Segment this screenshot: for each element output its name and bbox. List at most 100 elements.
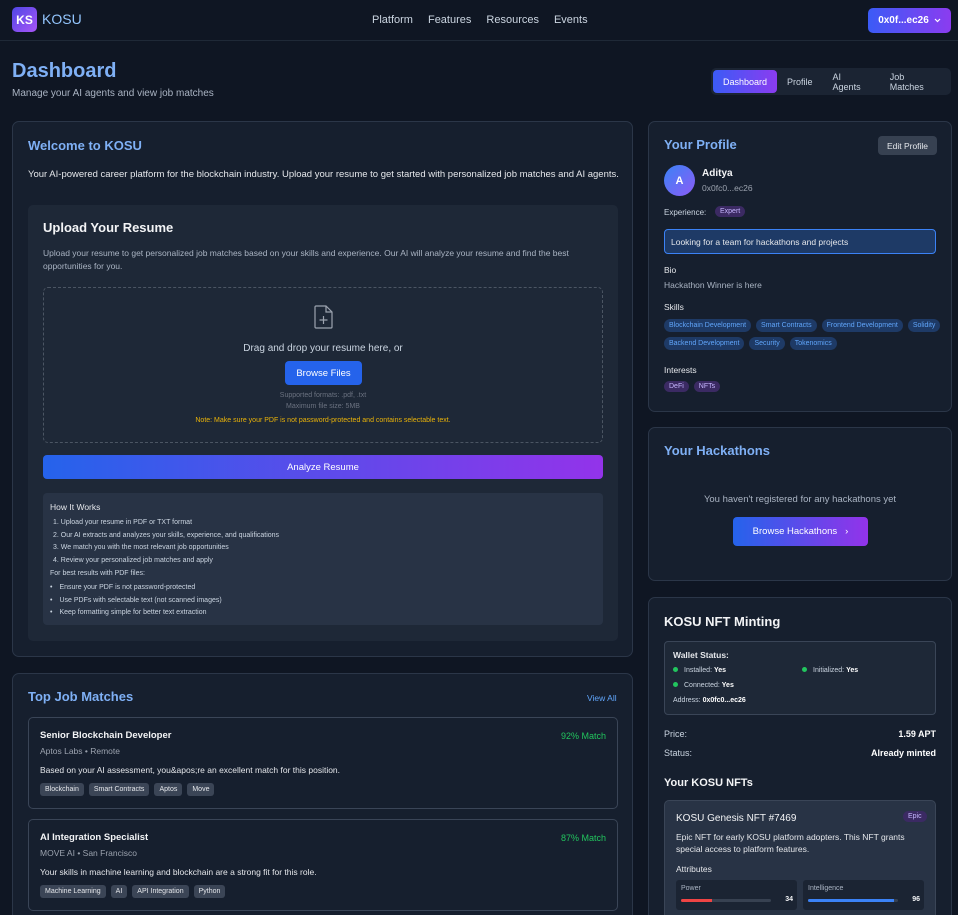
profile-address: 0x0fc0...ec26	[702, 183, 753, 193]
hackathons-empty-state: You haven't registered for any hackathon…	[703, 494, 897, 505]
skill-chip: Frontend Development	[821, 319, 903, 332]
experience-label: Experience:	[664, 208, 707, 217]
page-title: Dashboard	[12, 60, 117, 82]
best-result-item: Use PDFs with selectable text (not scann…	[50, 595, 221, 608]
status-dot-icon	[673, 667, 678, 672]
edit-profile-button[interactable]: Edit Profile	[878, 136, 937, 155]
attributes-label: Attributes	[676, 864, 712, 874]
wallet-status-panel: Wallet Status: Installed: Yes Initialize…	[664, 641, 936, 715]
nft-minting-card: KOSU NFT Minting Wallet Status: Installe…	[648, 597, 952, 915]
how-step: 2. Our AI extracts and analyzes your ski…	[53, 531, 280, 539]
hackathons-card: Your Hackathons You haven't registered f…	[648, 427, 952, 581]
tab-ai-agents[interactable]: AI Agents	[823, 70, 880, 93]
job-match-score: 92% Match	[560, 731, 606, 741]
job-tag: Python	[193, 885, 226, 898]
skills-label: Skills	[664, 302, 684, 312]
skill-chip: Tokenomics	[789, 337, 837, 350]
nft-title: KOSU NFT Minting	[664, 614, 781, 629]
best-results-list: Ensure your PDF is not password-protecte…	[50, 582, 222, 620]
status-value: Already minted	[870, 748, 936, 758]
job-company: MOVE AI • San Francisco	[40, 848, 137, 858]
profile-title: Your Profile	[664, 137, 737, 152]
bio-label: Bio	[664, 265, 677, 275]
job-matches-card: Top Job Matches View All Senior Blockcha…	[12, 673, 633, 915]
welcome-title: Welcome to KOSU	[28, 138, 142, 153]
job-tag: Move	[187, 783, 215, 796]
nft-price-row: Price: 1.59 APT	[664, 729, 936, 739]
job-description: Based on your AI assessment, you&apos;re…	[40, 765, 341, 775]
tab-bar: Dashboard Profile AI Agents Job Matches	[711, 68, 951, 95]
skill-chip: Blockchain Development	[664, 319, 752, 332]
brand-name[interactable]: KOSU	[42, 11, 82, 27]
attribute-fill	[681, 899, 712, 902]
browse-files-button[interactable]: Browse Files	[285, 361, 362, 385]
tab-dashboard[interactable]: Dashboard	[713, 70, 778, 93]
nft-name: KOSU Genesis NFT #7469	[676, 813, 797, 824]
job-tag: Blockchain	[40, 783, 84, 796]
jobs-title: Top Job Matches	[28, 689, 134, 704]
job-tag: API Integration	[132, 885, 189, 898]
job-tags: Machine Learning AI API Integration Pyth…	[40, 885, 226, 898]
attribute-value: 34	[785, 896, 793, 903]
wallet-label: 0x0f...ec26	[878, 15, 929, 26]
interest-chip: NFTs	[693, 381, 721, 392]
how-it-works: How It Works 1. Upload your resume in PD…	[43, 493, 603, 625]
upload-panel: Upload Your Resume Upload your resume to…	[28, 205, 618, 641]
tab-job-matches[interactable]: Job Matches	[880, 70, 949, 93]
wallet-connected: Connected: Yes	[673, 682, 734, 689]
profile-name: Aditya	[702, 168, 733, 179]
format-info: Supported formats: .pdf, .txt Maximum fi…	[44, 391, 602, 413]
analyze-resume-button[interactable]: Analyze Resume	[43, 455, 603, 479]
attribute-bar	[681, 899, 771, 902]
view-all-link[interactable]: View All	[587, 693, 617, 703]
job-card[interactable]: Senior Blockchain Developer 92% Match Ap…	[28, 717, 618, 809]
nav-link-events[interactable]: Events	[554, 14, 588, 26]
job-card[interactable]: AI Integration Specialist 87% Match MOVE…	[28, 819, 618, 911]
job-match-score: 87% Match	[560, 833, 606, 843]
job-company: Aptos Labs • Remote	[40, 746, 120, 756]
job-tags: Blockchain Smart Contracts Aptos Move	[40, 783, 215, 796]
max-file-size: Maximum file size: 5MB	[286, 402, 360, 410]
skill-chip: Backend Development	[664, 337, 745, 350]
welcome-text: Your AI-powered career platform for the …	[28, 169, 619, 180]
chevron-down-icon	[934, 18, 941, 23]
best-result-item: Ensure your PDF is not password-protecte…	[50, 582, 222, 595]
nft-description: Epic NFT for early KOSU platform adopter…	[676, 832, 905, 855]
wallet-address: Address: 0x0fc0...ec26	[673, 697, 746, 704]
nft-item-card[interactable]: KOSU Genesis NFT #7469 Epic Epic NFT for…	[664, 800, 936, 915]
nav-link-resources[interactable]: Resources	[486, 14, 539, 26]
status-dot-icon	[673, 682, 678, 687]
wallet-initialized: Initialized: Yes	[802, 667, 858, 674]
best-results-title: For best results with PDF files:	[50, 570, 145, 577]
skill-chip: Smart Contracts	[756, 319, 817, 332]
nav-links: Platform Features Resources Events	[372, 14, 603, 26]
how-step: 3. We match you with the most relevant j…	[53, 544, 229, 551]
pdf-note: Note: Make sure your PDF is not password…	[195, 417, 451, 424]
bio-text: Hackathon Winner is here	[664, 280, 762, 290]
wallet-status-title: Wallet Status:	[673, 650, 729, 660]
best-result-item: Keep formatting simple for better text e…	[50, 607, 222, 620]
price-value: 1.59 APT	[898, 729, 936, 739]
chevron-right-icon: ›	[845, 526, 849, 537]
file-plus-icon	[314, 305, 333, 329]
job-title: AI Integration Specialist	[40, 832, 149, 843]
interest-chip: DeFi	[664, 381, 689, 392]
top-nav: KS KOSU Platform Features Resources Even…	[0, 0, 958, 41]
job-tag: Machine Learning	[40, 885, 106, 898]
nft-status-row: Status: Already minted	[664, 748, 936, 758]
wallet-button[interactable]: 0x0f...ec26	[868, 8, 951, 33]
logo-mark[interactable]: KS	[12, 7, 37, 32]
how-title: How It Works	[50, 502, 101, 512]
upload-description: Upload your resume to get personalized j…	[43, 248, 569, 271]
browse-hackathons-button[interactable]: Browse Hackathons ›	[733, 517, 868, 546]
nav-link-platform[interactable]: Platform	[372, 14, 413, 26]
profile-card: Your Profile Edit Profile A Aditya 0x0fc…	[648, 121, 952, 412]
looking-for-status: Looking for a team for hackathons and pr…	[664, 229, 936, 254]
attribute-power: Power 34	[676, 880, 797, 910]
tab-profile[interactable]: Profile	[777, 70, 823, 93]
supported-formats: Supported formats: .pdf, .txt	[279, 392, 367, 399]
nav-link-features[interactable]: Features	[428, 14, 471, 26]
hackathons-title: Your Hackathons	[664, 443, 770, 458]
resume-dropzone[interactable]: Drag and drop your resume here, or Brows…	[43, 287, 603, 443]
upload-title: Upload Your Resume	[43, 220, 174, 235]
